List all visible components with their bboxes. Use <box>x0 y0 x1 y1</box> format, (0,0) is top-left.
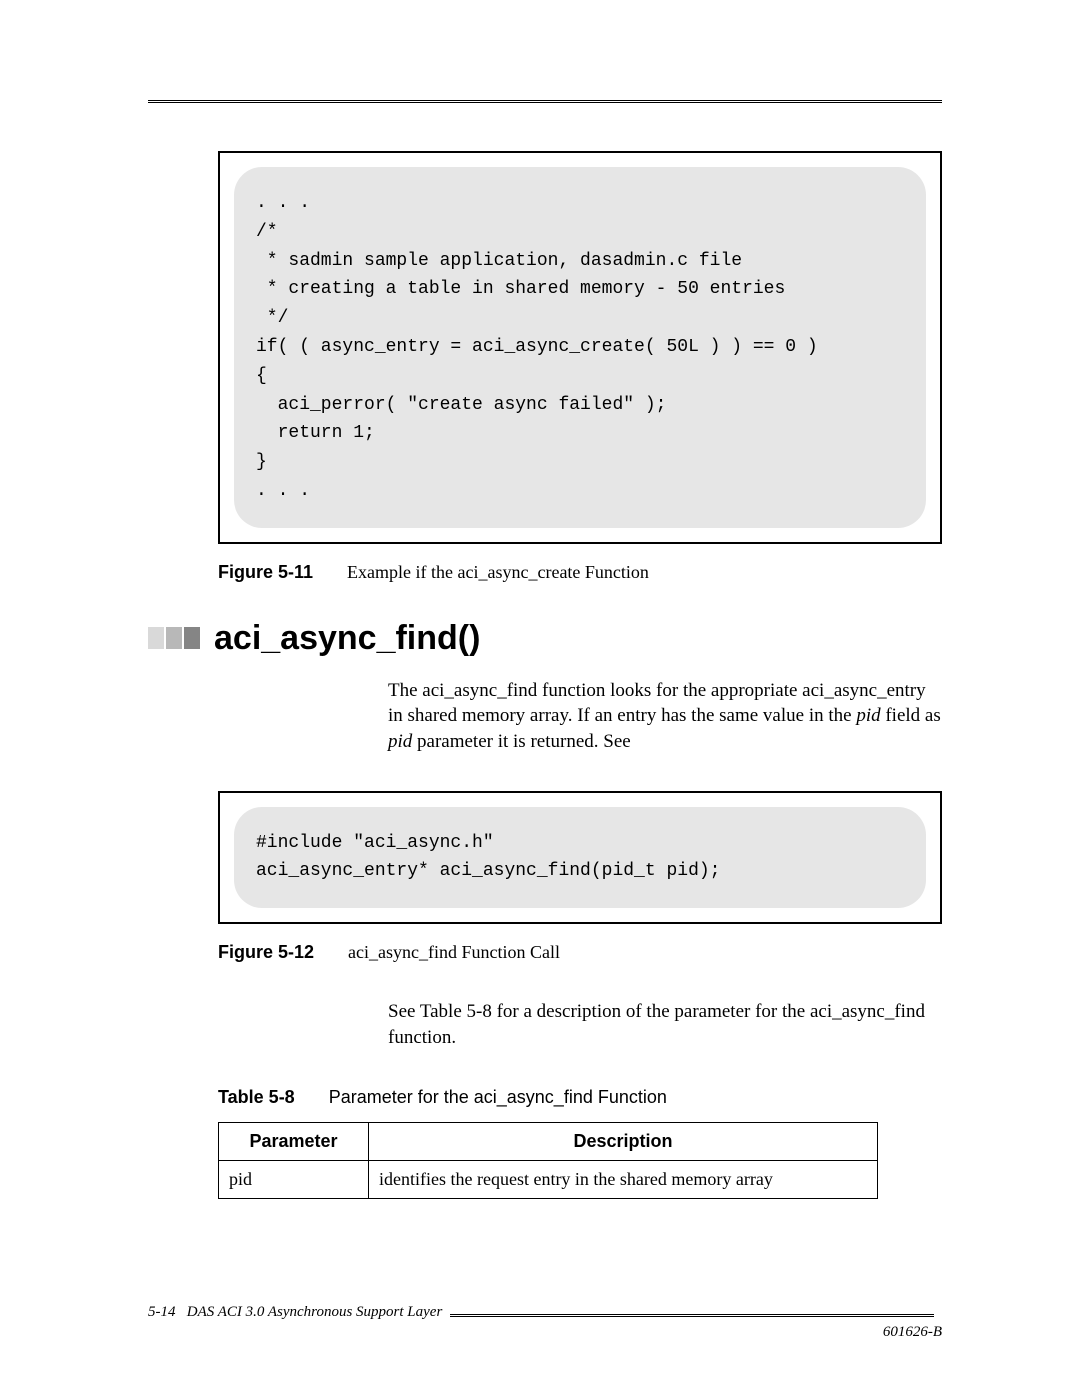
table-header-row: Parameter Description <box>219 1122 878 1160</box>
code-example-frame-2: #include "aci_async.h" aci_async_entry* … <box>218 791 942 925</box>
figure-5-11-label: Figure 5-11 <box>218 562 313 582</box>
paragraph-2: See Table 5-8 for a description of the p… <box>388 999 942 1050</box>
paragraph-1: The aci_async_find function looks for th… <box>388 678 942 755</box>
figure-5-12-label: Figure 5-12 <box>218 942 314 962</box>
table-5-8-label: Table 5-8 <box>218 1087 295 1107</box>
figure-5-12-text: aci_async_find Function Call <box>348 942 560 962</box>
code-example-frame-1: . . . /* * sadmin sample application, da… <box>218 151 942 544</box>
section-title: aci_async_find() <box>214 619 480 658</box>
ornament-square-3 <box>184 627 200 649</box>
figure-5-11-text: Example if the aci_async_create Function <box>347 562 649 582</box>
figure-5-11-caption: Figure 5-11 Example if the aci_async_crea… <box>218 562 942 583</box>
table-5-8-caption: Table 5-8 Parameter for the aci_async_fin… <box>218 1087 942 1108</box>
page-footer: 5-14 DAS ACI 3.0 Asynchronous Support La… <box>148 1304 942 1341</box>
table-5-8-text: Parameter for the aci_async_find Functio… <box>329 1087 667 1107</box>
header-parameter: Parameter <box>219 1122 369 1160</box>
top-rule <box>148 100 942 103</box>
cell-desc: identifies the request entry in the shar… <box>369 1160 878 1198</box>
ornament-square-2 <box>166 627 182 649</box>
section-heading: aci_async_find() <box>148 619 942 658</box>
cell-param: pid <box>219 1160 369 1198</box>
code-example-1: . . . /* * sadmin sample application, da… <box>234 167 926 528</box>
parameter-table: Parameter Description pid identifies the… <box>218 1122 878 1199</box>
footer-rule <box>450 1314 934 1317</box>
heading-ornament <box>148 627 200 649</box>
figure-5-12-caption: Figure 5-12 aci_async_find Function Call <box>218 942 942 963</box>
page-content: . . . /* * sadmin sample application, da… <box>148 100 942 1307</box>
header-description: Description <box>369 1122 878 1160</box>
ornament-square-1 <box>148 627 164 649</box>
code-example-2: #include "aci_async.h" aci_async_entry* … <box>234 807 926 909</box>
footer-doc-id: 601626-B <box>883 1324 942 1340</box>
table-row: pid identifies the request entry in the … <box>219 1160 878 1198</box>
footer-page-and-title: 5-14 DAS ACI 3.0 Asynchronous Support La… <box>148 1304 442 1321</box>
